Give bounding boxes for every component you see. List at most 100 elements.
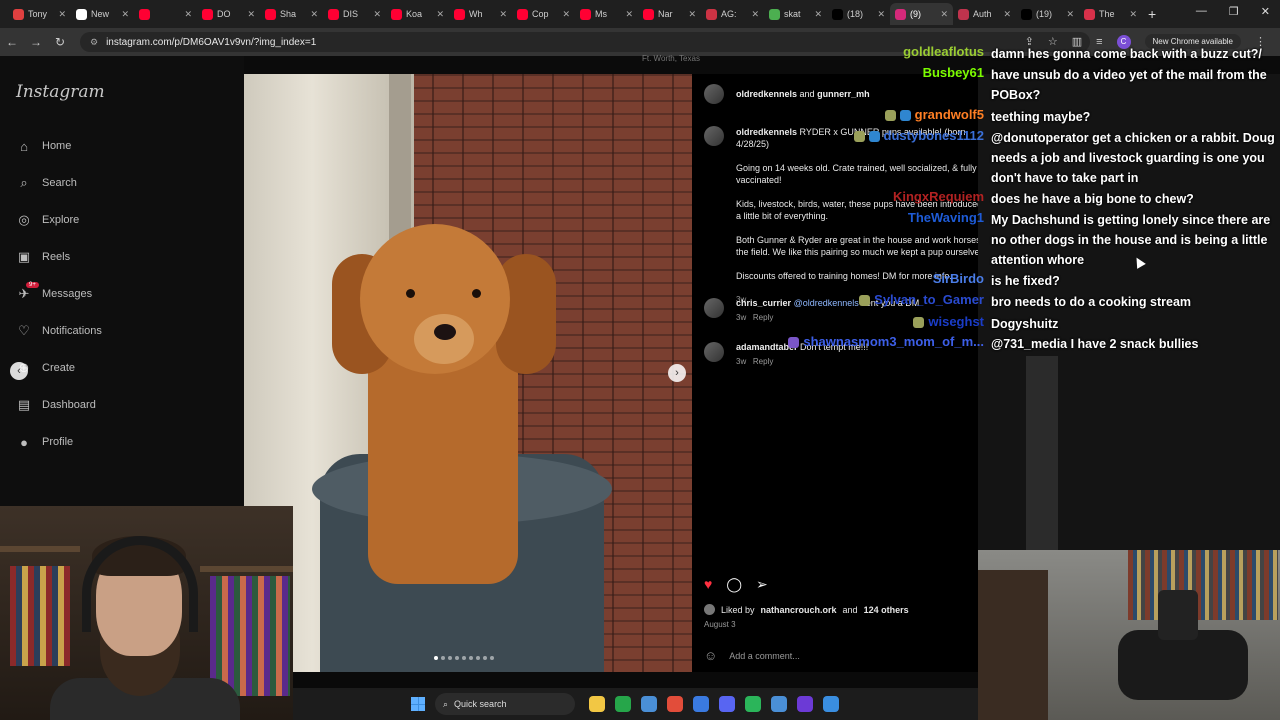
tab-favicon-icon — [1084, 8, 1095, 20]
taskbar-app-icon[interactable] — [745, 696, 761, 712]
tab-close-icon[interactable]: ✕ — [499, 9, 507, 20]
tab-favicon-icon — [454, 8, 465, 20]
chat-message: Busbey61 have unsub do a video yet of the… — [0, 65, 1280, 102]
chat-message: shawnasmom3_mom_of_m... @731_media I have… — [0, 334, 1280, 354]
tab-close-icon[interactable]: ✕ — [58, 9, 66, 20]
tab-favicon-icon — [139, 8, 150, 20]
carousel-dot[interactable] — [490, 656, 494, 660]
share-icon[interactable]: ➢ — [756, 576, 768, 593]
browser-tab[interactable]: Sha ✕ — [260, 3, 323, 25]
tab-close-icon[interactable]: ✕ — [688, 9, 696, 20]
browser-tab[interactable]: (9) ✕ — [890, 3, 953, 25]
comment-bubble-icon[interactable]: ◯ — [726, 576, 742, 593]
carousel-dot[interactable] — [448, 656, 452, 660]
browser-tab[interactable]: Koa ✕ — [386, 3, 449, 25]
taskbar-app-icon[interactable] — [641, 696, 657, 712]
chat-badge-icon — [859, 295, 871, 307]
chat-badge-icon — [868, 131, 880, 143]
browser-tab[interactable]: Cop ✕ — [512, 3, 575, 25]
tab-close-icon[interactable]: ✕ — [877, 9, 885, 20]
taskbar-app-icon[interactable] — [667, 696, 683, 712]
tab-close-icon[interactable]: ✕ — [121, 9, 129, 20]
tab-close-icon[interactable]: ✕ — [562, 9, 570, 20]
chat-username: grandwolf5 — [884, 107, 984, 122]
tab-close-icon[interactable]: ✕ — [184, 9, 192, 20]
new-tab-button[interactable]: + — [1148, 6, 1156, 22]
browser-tab[interactable]: New ✕ — [71, 3, 134, 25]
browser-tab[interactable]: ✕ — [134, 3, 197, 25]
restore-icon[interactable]: ❐ — [1229, 5, 1239, 18]
tab-close-icon[interactable]: ✕ — [1129, 9, 1137, 20]
chat-username: Sylvan_to_Gamer — [859, 292, 984, 307]
browser-tab[interactable]: The ✕ — [1079, 3, 1142, 25]
tab-close-icon[interactable]: ✕ — [247, 9, 255, 20]
chat-username-text: KingxRequiem — [892, 189, 984, 204]
taskbar-app-icon[interactable] — [797, 696, 813, 712]
taskbar-app-icon[interactable] — [615, 696, 631, 712]
tab-favicon-icon — [391, 8, 402, 20]
tab-close-icon[interactable]: ✕ — [1003, 9, 1011, 20]
minimize-icon[interactable]: — — [1196, 5, 1207, 18]
close-icon[interactable]: ✕ — [1261, 5, 1270, 18]
sidebar-item-label: Dashboard — [42, 399, 96, 411]
carousel-dot[interactable] — [469, 656, 473, 660]
tab-close-icon[interactable]: ✕ — [436, 9, 444, 20]
browser-tab[interactable]: Wh ✕ — [449, 3, 512, 25]
browser-tab[interactable]: DO ✕ — [197, 3, 260, 25]
next-image-arrow-icon[interactable]: › — [668, 364, 686, 382]
taskbar-search-label: Quick search — [454, 699, 507, 709]
tab-close-icon[interactable]: ✕ — [625, 9, 633, 20]
browser-tab[interactable]: (18) ✕ — [827, 3, 890, 25]
taskbar-app-icon[interactable] — [771, 696, 787, 712]
tab-close-icon[interactable]: ✕ — [751, 9, 759, 20]
liked-by-others[interactable]: 124 others — [864, 605, 909, 615]
carousel-dot[interactable] — [441, 656, 445, 660]
browser-tab[interactable]: AG: ✕ — [701, 3, 764, 25]
sidebar-item-dashboard[interactable]: ▤ Dashboard — [16, 397, 96, 413]
taskbar-apps — [589, 696, 839, 712]
stream-chat-overlay: goldleaflotus damn hes gonna come back wi… — [0, 44, 1280, 364]
chat-message: goldleaflotus damn hes gonna come back wi… — [0, 44, 1280, 64]
tab-title: Wh — [469, 9, 483, 19]
tab-close-icon[interactable]: ✕ — [1066, 9, 1074, 20]
post-date: August 3 — [704, 620, 736, 629]
browser-tab[interactable]: Auth ✕ — [953, 3, 1016, 25]
tab-close-icon[interactable]: ✕ — [814, 9, 822, 20]
chat-message: TheWaving1 My Dachshund is getting lonely… — [0, 210, 1280, 267]
browser-tab[interactable]: DIS ✕ — [323, 3, 386, 25]
taskbar-app-icon[interactable] — [589, 696, 605, 712]
browser-tab[interactable]: (19) ✕ — [1016, 3, 1079, 25]
browser-tab[interactable]: Nar ✕ — [638, 3, 701, 25]
liked-by-user[interactable]: nathancrouch.ork — [761, 605, 837, 615]
carousel-dot[interactable] — [455, 656, 459, 660]
emoji-icon[interactable]: ☺ — [704, 648, 717, 663]
add-comment-input[interactable]: Add a comment... — [729, 651, 800, 661]
like-heart-icon[interactable]: ♥ — [704, 576, 712, 593]
sidebar-item-profile[interactable]: ● Profile — [16, 434, 73, 450]
windows-start-icon[interactable] — [411, 697, 425, 711]
previous-post-arrow-icon[interactable]: ‹ — [10, 362, 28, 380]
chat-message-text: teething maybe? — [991, 110, 1091, 124]
carousel-dot[interactable] — [483, 656, 487, 660]
bookshelf — [210, 576, 290, 696]
tab-title: Tony — [28, 9, 48, 19]
tab-title: (9) — [910, 9, 921, 19]
chat-message: grandwolf5 teething maybe? — [0, 107, 1280, 127]
carousel-dot[interactable] — [462, 656, 466, 660]
tab-close-icon[interactable]: ✕ — [940, 9, 948, 20]
taskbar-search[interactable]: ⌕ Quick search — [435, 693, 575, 715]
tab-close-icon[interactable]: ✕ — [373, 9, 381, 20]
tab-close-icon[interactable]: ✕ — [310, 9, 318, 20]
taskbar-app-icon[interactable] — [823, 696, 839, 712]
chat-username-text: goldleaflotus — [903, 44, 984, 59]
taskbar-app-icon[interactable] — [719, 696, 735, 712]
browser-tab[interactable]: Ms ✕ — [575, 3, 638, 25]
carousel-dot[interactable] — [434, 656, 438, 660]
tab-title: Ms — [595, 9, 607, 19]
carousel-dot[interactable] — [476, 656, 480, 660]
tab-favicon-icon — [13, 8, 24, 20]
browser-tab[interactable]: skat ✕ — [764, 3, 827, 25]
chat-message: wiseghst Dogyshuitz — [0, 314, 1280, 334]
browser-tab[interactable]: Tony ✕ — [8, 3, 71, 25]
taskbar-app-icon[interactable] — [693, 696, 709, 712]
